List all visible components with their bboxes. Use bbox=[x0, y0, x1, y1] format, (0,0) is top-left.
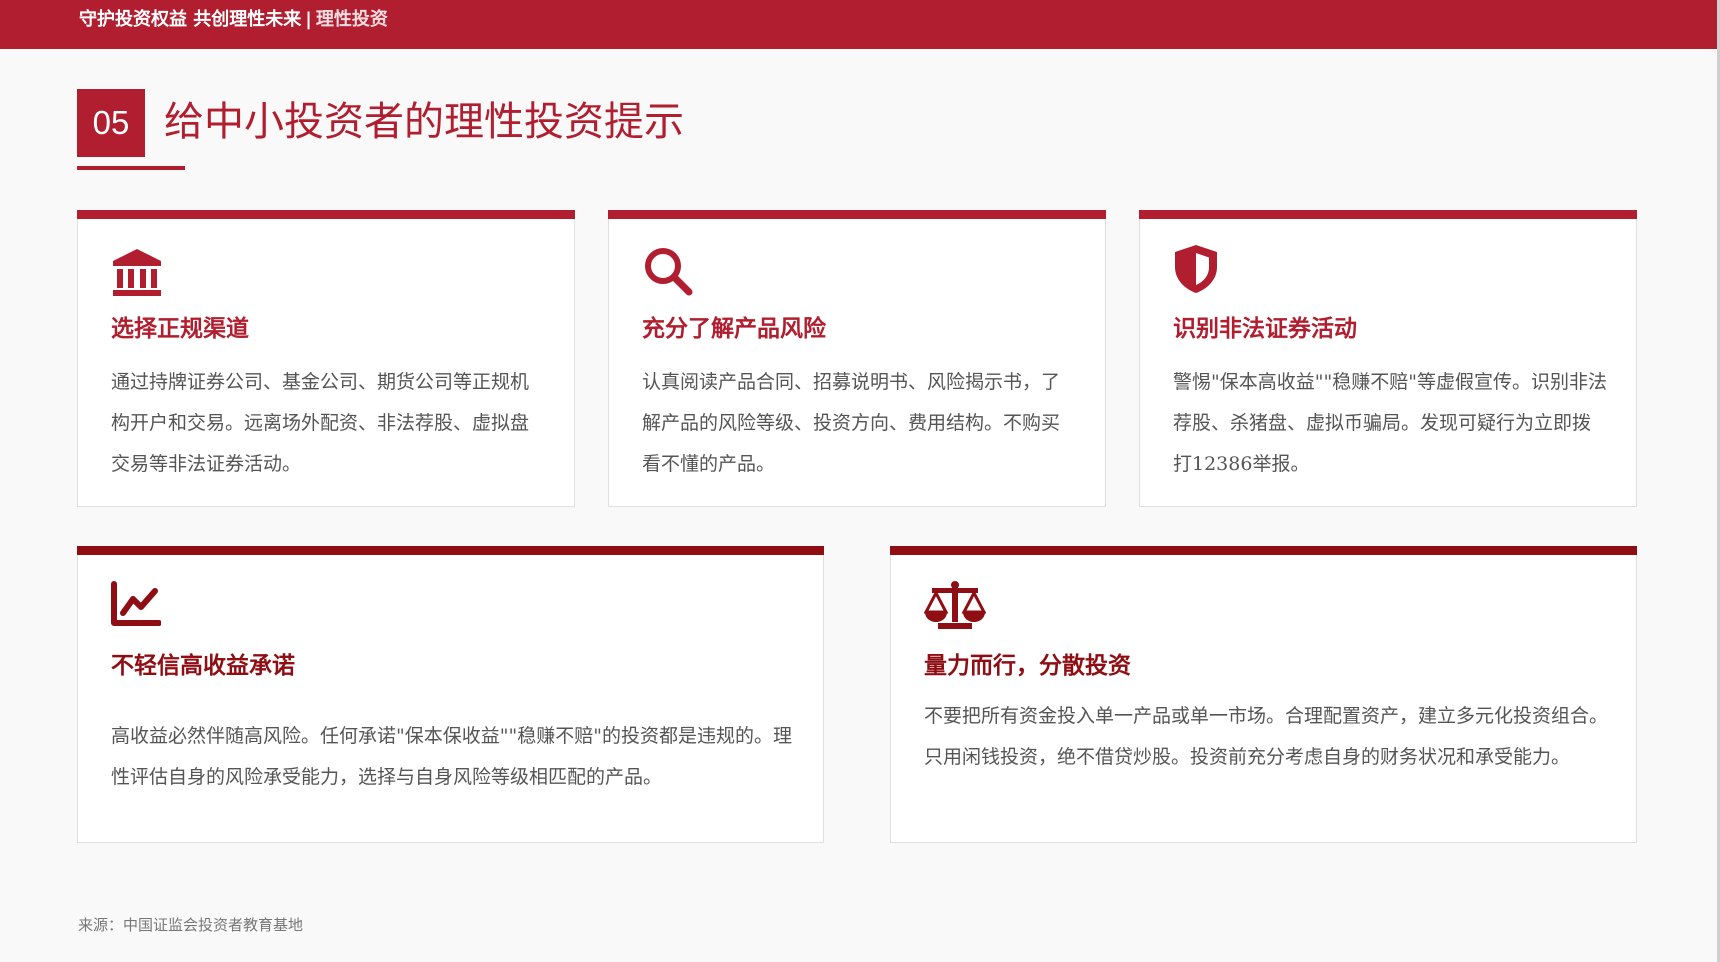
bank-icon bbox=[111, 247, 163, 297]
chart-line-icon bbox=[111, 581, 161, 627]
section-number: 05 bbox=[77, 89, 145, 157]
card-top-bar bbox=[608, 210, 1106, 219]
banner-subtitle: 理性投资 bbox=[315, 9, 388, 30]
card-text: 高收益必然伴随高风险。任何承诺"保本保收益""稳赚不赔"的投资都是违规的。理性评… bbox=[111, 725, 792, 788]
card-text: 警惕"保本高收益""稳赚不赔"等虚假宣传。识别非法荐股、杀猪盘、虚拟币骗局。发现… bbox=[1173, 371, 1607, 475]
top-banner: 守护投资权益 共创理性未来 | 理性投资 bbox=[0, 0, 1717, 49]
card-product-risk: 充分了解产品风险 认真阅读产品合同、招募说明书、风险揭示书，了解产品的风险等级、… bbox=[608, 210, 1106, 507]
title-underline bbox=[77, 166, 185, 170]
balance-scale-icon bbox=[924, 580, 986, 630]
search-icon bbox=[642, 245, 694, 297]
card-title: 量力而行，分散投资 bbox=[924, 653, 1131, 679]
card-diversify: 量力而行，分散投资 不要把所有资金投入单一产品或单一市场。合理配置资产，建立多元… bbox=[890, 546, 1637, 843]
card-official-channels: 选择正规渠道 通过持牌证券公司、基金公司、期货公司等正规机构开户和交易。远离场外… bbox=[77, 210, 575, 507]
banner-separator: | bbox=[305, 9, 312, 30]
card-text: 认真阅读产品合同、招募说明书、风险揭示书，了解产品的风险等级、投资方向、费用结构… bbox=[642, 371, 1061, 475]
banner-brand: 守护投资权益 共创理性未来 | 理性投资 bbox=[79, 9, 388, 30]
card-title: 充分了解产品风险 bbox=[642, 316, 826, 342]
section-title: 给中小投资者的理性投资提示 bbox=[164, 99, 684, 145]
card-top-bar bbox=[77, 546, 824, 555]
card-text: 通过持牌证券公司、基金公司、期货公司等正规机构开户和交易。远离场外配资、非法荐股… bbox=[111, 371, 530, 475]
card-title: 选择正规渠道 bbox=[111, 316, 249, 342]
slide: 守护投资权益 共创理性未来 | 理性投资 05 给中小投资者的理性投资提示 选择正规… bbox=[0, 0, 1717, 962]
card-high-return-warning: 不轻信高收益承诺 高收益必然伴随高风险。任何承诺"保本保收益""稳赚不赔"的投资… bbox=[77, 546, 824, 843]
card-text: 不要把所有资金投入单一产品或单一市场。合理配置资产，建立多元化投资组合。只用闲钱… bbox=[924, 705, 1609, 768]
card-top-bar bbox=[77, 210, 575, 219]
card-top-bar bbox=[1139, 210, 1637, 219]
card-title: 识别非法证券活动 bbox=[1173, 316, 1357, 342]
card-illegal-activities: 识别非法证券活动 警惕"保本高收益""稳赚不赔"等虚假宣传。识别非法荐股、杀猪盘… bbox=[1139, 210, 1637, 507]
source-footnote: 来源：中国证监会投资者教育基地 bbox=[78, 916, 304, 934]
card-top-bar bbox=[890, 546, 1637, 555]
shield-icon bbox=[1173, 243, 1219, 295]
card-title: 不轻信高收益承诺 bbox=[111, 653, 295, 679]
